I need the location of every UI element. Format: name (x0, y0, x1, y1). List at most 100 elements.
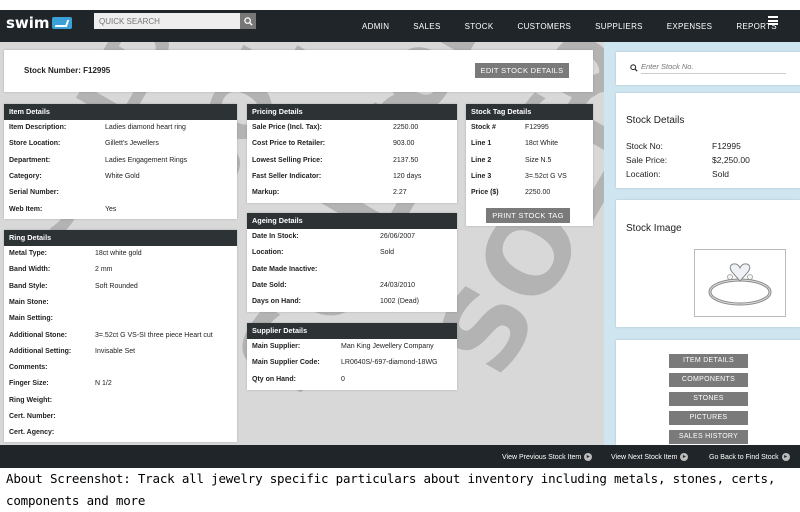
nav-expenses[interactable]: EXPENSES (667, 22, 713, 31)
ring-detail-row: Comments: (4, 360, 237, 376)
nav-stock[interactable]: STOCK (465, 22, 494, 31)
stock-summary-row: Location: Sold (616, 166, 800, 182)
item-detail-label: Department: (9, 156, 51, 164)
quick-search (94, 13, 256, 29)
back-to-find-stock-link[interactable]: Go Back to Find Stock ▸ (709, 453, 790, 461)
pricing-detail-label: Fast Seller Indicator: (252, 172, 322, 180)
stock-tag-value: 3=.52ct G VS (525, 172, 567, 180)
search-button[interactable] (240, 13, 256, 29)
ring-details-panel: Ring Details Metal Type: 18ct white gold B… (4, 230, 237, 442)
stock-image-panel: Stock Image (616, 200, 800, 327)
edit-stock-details-button[interactable]: EDIT STOCK DETAILS (475, 63, 569, 78)
stock-image[interactable] (694, 249, 786, 317)
pricing-detail-value: 903.00 (393, 140, 415, 148)
pricing-detail-row: Lowest Selling Price: 2137.50 (247, 153, 457, 169)
ring-detail-row: Additional Setting: Invisable Set (4, 344, 237, 360)
pricing-detail-value: 120 days (393, 172, 422, 180)
top-strip (0, 0, 800, 10)
stock-search-panel (616, 52, 800, 85)
item-detail-row: Item Description: Ladies diamond heart ri… (4, 120, 237, 136)
navigation-buttons-panel: ITEM DETAILS COMPONENTS STONES PICTURES SALE… (616, 340, 800, 445)
item-detail-value: Ladies Engagement Rings (105, 156, 188, 164)
pricing-detail-row: Sale Price (Incl. Tax): 2250.00 (247, 120, 457, 136)
search-icon (630, 64, 638, 72)
stock-details-panel: Stock Details Stock No: F12995 Sale Price:… (616, 93, 800, 188)
stock-tag-row: Line 2 Size N.5 (466, 153, 593, 169)
logo-icon (51, 17, 72, 29)
item-details-button[interactable]: ITEM DETAILS (669, 354, 748, 368)
pricing-details-panel: Pricing Details Sale Price (Incl. Tax): 2… (247, 104, 457, 203)
supplier-details-panel: Supplier Details Main Supplier: Man King … (247, 323, 457, 390)
quick-search-input[interactable] (94, 13, 240, 29)
ring-detail-value: Invisable Set (95, 347, 136, 355)
stock-tag-label: Line 3 (471, 172, 492, 180)
stock-summary-value: Sold (712, 169, 730, 179)
footer-bar: View Previous Stock Item ▸ View Next Stoc… (0, 445, 800, 468)
pricing-detail-row: Cost Price to Retailer: 903.00 (247, 136, 457, 152)
stock-image-title: Stock Image (626, 223, 682, 234)
item-detail-label: Store Location: (9, 140, 61, 148)
ring-detail-label: Ring Weight: (9, 396, 53, 404)
app-logo[interactable]: swim (6, 14, 72, 32)
item-detail-row: Web Item: Yes (4, 202, 237, 218)
screenshot-caption: About Screenshot: Track all jewelry spec… (0, 468, 800, 508)
supplier-detail-label: Main Supplier: (252, 343, 301, 350)
ring-detail-row: Cert. Number: (4, 409, 237, 425)
ageing-detail-row: Date Made Inactive: (247, 262, 457, 278)
top-navigation-bar: swim ADMIN SALES STOCK CUSTOMERS SUPPLIE… (0, 0, 800, 42)
supplier-detail-value: Man King Jewellery Company (341, 343, 434, 350)
stock-tag-row: Line 1 18ct White (466, 136, 593, 152)
view-previous-stock-link[interactable]: View Previous Stock Item ▸ (502, 453, 593, 461)
ring-details-title: Ring Details (4, 230, 237, 246)
view-previous-label: View Previous Stock Item (502, 453, 582, 461)
ageing-detail-label: Days on Hand: (252, 298, 302, 306)
stock-tag-label: Stock # (471, 124, 496, 131)
ring-detail-row: Metal Type: 18ct white gold (4, 246, 237, 262)
stock-tag-label: Line 1 (471, 140, 492, 148)
nav-customers[interactable]: CUSTOMERS (518, 22, 572, 31)
sales-history-button[interactable]: SALES HISTORY (669, 430, 748, 444)
nav-admin[interactable]: ADMIN (362, 22, 389, 31)
ageing-detail-value: 24/03/2010 (380, 281, 416, 289)
item-detail-label: Item Description: (9, 124, 67, 131)
pricing-detail-label: Markup: (252, 189, 280, 197)
ring-detail-label: Metal Type: (9, 250, 47, 257)
supplier-detail-value: LR0640S/-697-diamond-18WG (341, 359, 438, 367)
ring-detail-row: Main Stone: (4, 295, 237, 311)
stock-header-panel: Stock Number: F12995 EDIT STOCK DETAILS (4, 50, 593, 92)
menu-icon[interactable] (768, 16, 778, 25)
item-detail-value: Yes (105, 205, 117, 213)
stock-tag-row: Line 3 3=.52ct G VS (466, 169, 593, 185)
stones-button[interactable]: STONES (669, 392, 748, 406)
view-next-stock-link[interactable]: View Next Stock Item ▸ (611, 453, 689, 461)
pricing-detail-label: Cost Price to Retailer: (252, 140, 326, 148)
ring-detail-label: Finger Size: (9, 380, 49, 388)
ring-detail-row: Finger Size: N 1/2 (4, 376, 237, 392)
print-stock-tag-button[interactable]: PRINT STOCK TAG (486, 208, 570, 223)
stock-tag-label: Line 2 (471, 156, 492, 164)
pricing-detail-label: Sale Price (Incl. Tax): (252, 124, 322, 131)
ring-detail-row: Cert. Agency: (4, 425, 237, 441)
view-next-label: View Next Stock Item (611, 453, 678, 461)
ring-detail-value: N 1/2 (95, 380, 112, 388)
ring-detail-value: Soft Rounded (95, 282, 138, 290)
nav-sales[interactable]: SALES (413, 22, 440, 31)
stock-number-input[interactable] (641, 60, 786, 74)
components-button[interactable]: COMPONENTS (669, 373, 748, 387)
pricing-detail-row: Fast Seller Indicator: 120 days (247, 169, 457, 185)
ring-detail-value: 2 mm (95, 266, 113, 274)
item-detail-value: Gillett's Jewellers (105, 140, 159, 148)
nav-suppliers[interactable]: SUPPLIERS (595, 22, 643, 31)
stock-tag-title: Stock Tag Details (466, 104, 593, 120)
back-label: Go Back to Find Stock (709, 453, 779, 461)
ageing-detail-label: Location: (252, 249, 284, 257)
stock-tag-row: Stock # F12995 (466, 120, 593, 136)
pricing-details-title: Pricing Details (247, 104, 457, 120)
supplier-detail-row: Main Supplier Code: LR0640S/-697-diamond-… (247, 355, 457, 371)
supplier-detail-label: Main Supplier Code: (252, 359, 320, 367)
item-details-panel: Item Details Item Description: Ladies dia… (4, 104, 237, 219)
pictures-button[interactable]: PICTURES (669, 411, 748, 425)
ageing-detail-label: Date In Stock: (252, 233, 299, 240)
arrow-right-icon: ▸ (680, 453, 689, 461)
ring-detail-value: 18ct white gold (95, 250, 142, 257)
